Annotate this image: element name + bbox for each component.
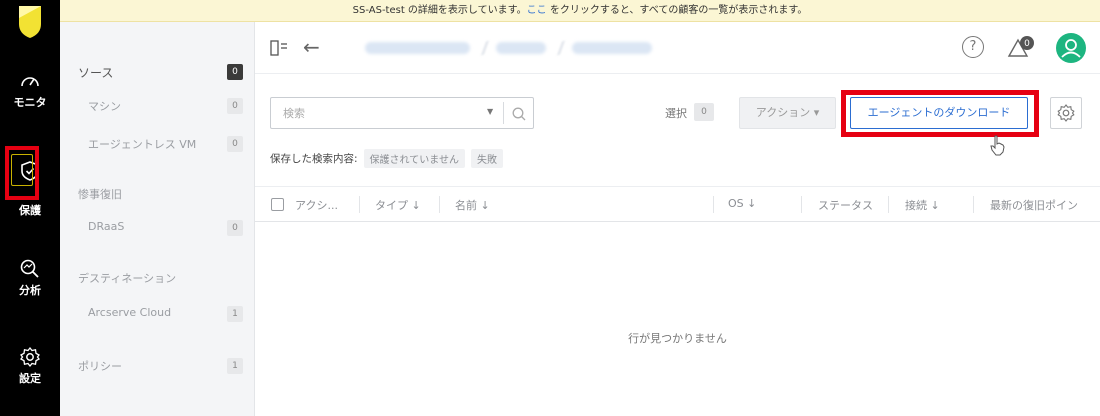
gauge-icon: [21, 77, 39, 87]
column-separator: [973, 196, 974, 213]
sidebar-category-destinations: デスティネーション: [78, 268, 243, 288]
download-agent-button[interactable]: エージェントのダウンロード: [850, 97, 1028, 129]
secondary-sidebar: ソース 0 マシン 0 エージェントレス VM 0 惨事復旧 DRaaS 0 デ…: [60, 22, 255, 416]
breadcrumb-item-blurred: [572, 42, 652, 54]
chevron-down-icon[interactable]: ▼: [487, 107, 493, 116]
rail-item-settings[interactable]: 設定: [0, 346, 60, 386]
saved-search-label: 保存した検索内容:: [270, 152, 358, 165]
app-root: モニタ 保護 分析 設定 SS-AS-test の詳細を表示しています。ここ を…: [0, 0, 1100, 416]
count-badge: 0: [227, 220, 243, 236]
count-badge: 1: [227, 306, 243, 322]
active-item-highlight: [5, 146, 39, 200]
sidebar-item-label: エージェントレス VM: [88, 138, 197, 151]
sidebar-item-label: Arcserve Cloud: [88, 306, 172, 319]
column-separator: [713, 196, 714, 213]
sidebar-item-label: ソース: [78, 66, 114, 80]
rail-item-label: 保護: [19, 204, 41, 217]
count-badge: 0: [227, 136, 243, 152]
rail-item-monitor[interactable]: モニタ: [0, 70, 60, 110]
help-icon[interactable]: ?: [962, 36, 984, 58]
nav-rail: モニタ 保護 分析 設定: [0, 0, 60, 416]
sidebar-category-label: 惨事復旧: [78, 188, 122, 201]
count-badge: 0: [227, 98, 243, 114]
main-content: ← ? 0 ▼: [255, 22, 1100, 416]
arcserve-logo: [19, 6, 41, 38]
alert-count-badge: 0: [1024, 39, 1030, 49]
actions-dropdown-button[interactable]: アクション ▾: [739, 97, 836, 129]
gear-icon: [1057, 104, 1075, 122]
search-box: ▼: [270, 97, 534, 129]
breadcrumb: [365, 38, 652, 58]
back-arrow-icon[interactable]: ←: [303, 36, 327, 60]
count-badge: 1: [227, 358, 243, 374]
top-bar: ← ? 0: [255, 22, 1100, 74]
sidebar-category-label: デスティネーション: [78, 272, 177, 285]
sidebar-item-sources[interactable]: ソース 0: [78, 62, 243, 82]
search-icon[interactable]: [511, 106, 527, 122]
rail-item-analytics[interactable]: 分析: [0, 258, 60, 298]
column-header-name[interactable]: 名前 ↓: [455, 197, 490, 213]
column-header-type[interactable]: タイプ ↓: [375, 197, 421, 213]
table-header: アクシ... タイプ ↓ 名前 ↓ OS ↓ ステータス 接続 ↓ 最新の復旧ポ…: [255, 186, 1100, 222]
empty-table-message: 行が見つかりません: [628, 332, 727, 345]
sidebar-item-label: ポリシー: [78, 360, 122, 373]
user-icon: [1061, 39, 1081, 58]
column-header-actions[interactable]: アクシ...: [295, 197, 338, 213]
sidebar-category-disaster-recovery: 惨事復旧: [78, 184, 243, 204]
hand-cursor-icon: [990, 135, 1005, 156]
customer-notice-bar: SS-AS-test の詳細を表示しています。ここ をクリックすると、すべての顧…: [60, 0, 1100, 22]
saved-search-chip-unprotected[interactable]: 保護されていません: [363, 148, 465, 168]
sidebar-toggle-icon[interactable]: [269, 38, 289, 58]
saved-search-chip-failed[interactable]: 失敗: [470, 148, 503, 168]
sidebar-item-arcserve-cloud[interactable]: Arcserve Cloud 1: [78, 304, 243, 324]
notice-text: SS-AS-test の詳細を表示しています。: [352, 5, 527, 16]
select-all-checkbox[interactable]: [271, 198, 284, 211]
rail-item-label: モニタ: [13, 96, 47, 109]
count-badge: 0: [227, 64, 243, 80]
column-separator: [888, 196, 889, 213]
breadcrumb-separator: [477, 41, 489, 55]
sidebar-item-machines[interactable]: マシン 0: [78, 96, 243, 116]
sidebar-item-agentless-vm[interactable]: エージェントレス VM 0: [78, 134, 243, 154]
column-header-status[interactable]: ステータス: [818, 197, 873, 213]
column-separator: [801, 196, 802, 213]
analytics-icon: [20, 259, 39, 278]
table-settings-button[interactable]: [1050, 97, 1082, 129]
search-input[interactable]: [271, 98, 499, 128]
column-header-latest-recovery-point[interactable]: 最新の復旧ポイン: [990, 197, 1078, 213]
search-divider: [503, 102, 504, 124]
saved-search-bar: 保存した検索内容: 保護されていません 失敗: [270, 148, 503, 168]
selected-count-badge: 0: [694, 103, 714, 121]
column-header-connection[interactable]: 接続 ↓: [905, 197, 940, 213]
all-customers-link[interactable]: ここ: [527, 5, 547, 16]
sidebar-item-draas[interactable]: DRaaS 0: [78, 218, 243, 238]
breadcrumb-item-blurred[interactable]: [496, 42, 546, 54]
column-separator: [359, 196, 360, 213]
sidebar-item-label: マシン: [88, 100, 121, 113]
alert-bell-icon[interactable]: 0: [1005, 34, 1037, 60]
rail-item-label: 分析: [19, 284, 41, 297]
sidebar-item-policies[interactable]: ポリシー 1: [78, 356, 243, 376]
notice-text-tail: をクリックすると、すべての顧客の一覧が表示されます。: [546, 5, 808, 16]
column-separator: [439, 196, 440, 213]
user-avatar[interactable]: [1056, 33, 1086, 63]
selected-label: 選択: [665, 107, 687, 120]
breadcrumb-separator: [553, 41, 565, 55]
column-header-os[interactable]: OS ↓: [728, 197, 756, 210]
sidebar-item-label: DRaaS: [88, 220, 125, 233]
gear-icon: [20, 346, 40, 368]
rail-item-label: 設定: [19, 372, 41, 385]
breadcrumb-item-blurred[interactable]: [365, 42, 470, 54]
